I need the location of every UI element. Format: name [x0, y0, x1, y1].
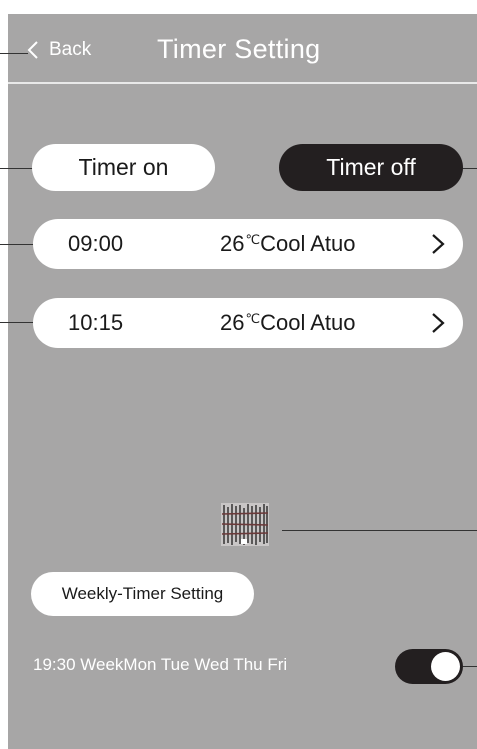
- leader-line-timer-row-2: [0, 322, 34, 323]
- toggle-knob: [431, 652, 460, 681]
- chevron-right-icon: [431, 233, 445, 261]
- timer-time: 09:00: [68, 231, 124, 256]
- temp-unit: ℃: [245, 311, 261, 326]
- leader-line-toggle: [463, 666, 477, 667]
- tab-timer-on[interactable]: Timer on: [32, 144, 215, 191]
- page-title: Timer Setting: [157, 34, 321, 64]
- back-chevron-icon: [27, 40, 39, 60]
- timer-temp: 26: [220, 231, 245, 256]
- app-panel: [8, 14, 477, 749]
- timer-row[interactable]: 09:00 26℃Cool Atuo: [33, 219, 463, 269]
- timer-temp: 26: [220, 310, 245, 335]
- back-button[interactable]: Back: [27, 36, 91, 64]
- timer-row[interactable]: 10:15 26℃Cool Atuo: [33, 298, 463, 348]
- timer-setting: 26℃Cool Atuo: [220, 310, 356, 336]
- leader-line-glyph-image: [282, 530, 477, 531]
- tab-timer-off-label: Timer off: [326, 154, 416, 180]
- leader-line-timer-off: [462, 168, 477, 169]
- timer-mode: Cool Atuo: [260, 310, 356, 335]
- back-label: Back: [49, 39, 92, 60]
- timer-time: 10:15: [68, 310, 124, 335]
- weekly-schedule-text: 19:30 WeekMon Tue Wed Thu Fri: [33, 655, 288, 674]
- leader-line-timer-row-1: [0, 244, 34, 245]
- timer-mode: Cool Atuo: [260, 231, 356, 256]
- header-divider: [8, 82, 477, 84]
- chevron-right-icon: [431, 312, 445, 340]
- weekly-timer-toggle[interactable]: [395, 649, 463, 684]
- weekly-timer-setting-label: Weekly-Timer Setting: [61, 584, 224, 603]
- glyph-image-icon: [221, 503, 269, 546]
- timer-setting: 26℃Cool Atuo: [220, 231, 356, 257]
- weekly-timer-setting-button[interactable]: Weekly-Timer Setting: [31, 572, 254, 616]
- temp-unit: ℃: [245, 232, 261, 247]
- tab-timer-on-label: Timer on: [78, 154, 169, 180]
- leader-line-back: [0, 53, 28, 54]
- tab-timer-off[interactable]: Timer off: [279, 144, 463, 191]
- leader-line-timer-on: [0, 168, 33, 169]
- screen: Back Timer Setting Timer on Timer off 09…: [0, 0, 477, 749]
